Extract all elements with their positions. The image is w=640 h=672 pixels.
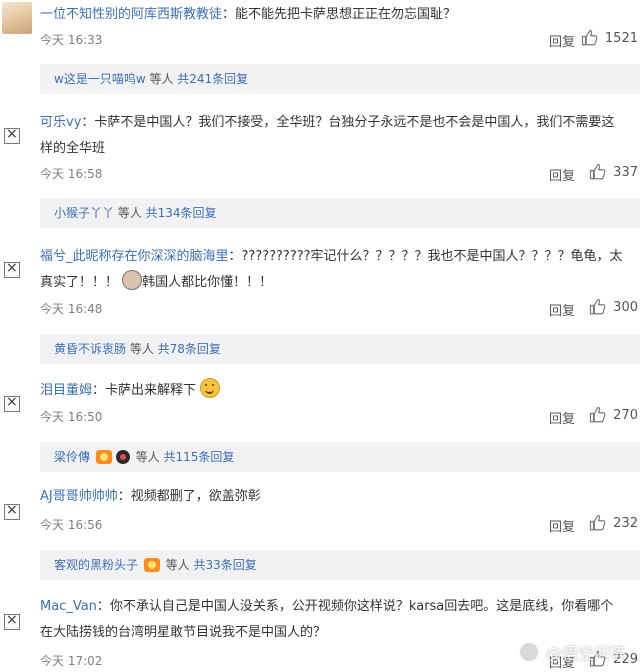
like-count: 300 [613, 299, 638, 315]
reply-user[interactable]: 黄昏不诉衷肠 [54, 342, 126, 356]
like-count: 337 [613, 164, 638, 180]
like-count: 232 [613, 515, 638, 531]
replies-summary[interactable]: w这是一只喵呜w 等人 共241条回复 [40, 64, 640, 94]
reply-count-link[interactable]: 共134条回复 [146, 206, 217, 220]
reply-button[interactable]: 回复 [549, 165, 575, 184]
comment-author[interactable]: Mac_Van [40, 599, 97, 614]
like-button[interactable]: 1521 [581, 29, 638, 47]
thumbs-up-icon [590, 514, 606, 531]
like-button[interactable]: 337 [589, 163, 638, 181]
comment-text: 一位不知性别的阿库西斯教教徒：能不能先把卡萨思想正正在勿忘国耻？ [40, 7, 457, 22]
comment-meta: 今天 16:58 回复 337 [40, 163, 640, 185]
like-button[interactable]: 270 [589, 406, 638, 424]
replies-summary[interactable]: 梁伶傳 等人 共115条回复 [40, 442, 640, 472]
timestamp: 今天 16:50 [40, 410, 103, 424]
level-badge-icon [115, 450, 130, 464]
vip-badge-icon [143, 558, 160, 572]
comment-author[interactable]: 可乐vy [40, 115, 81, 130]
avatar[interactable] [2, 2, 32, 34]
reply-count-link[interactable]: 共78条回复 [158, 342, 221, 356]
watermark-text: @悟空问答 [545, 644, 626, 663]
reply-user[interactable]: 小猴子丫丫 [54, 206, 114, 220]
timestamp: 今天 16:58 [40, 167, 103, 181]
replies-summary[interactable]: 黄昏不诉衷肠 等人 共78条回复 [40, 334, 640, 364]
timestamp: 今天 17:02 [40, 654, 103, 668]
reply-user[interactable]: w这是一只喵呜w [54, 72, 146, 86]
thumbs-up-icon [590, 298, 606, 315]
comment-meta: 今天 16:33 回复 1521 [40, 29, 640, 51]
reply-button[interactable]: 回复 [549, 31, 575, 50]
reply-count-link[interactable]: 共241条回复 [177, 72, 248, 86]
timestamp: 今天 16:33 [40, 33, 103, 47]
comment-meta: 今天 16:48 回复 300 [40, 298, 640, 320]
wukong-logo-icon [517, 641, 540, 663]
reply-user[interactable]: 梁伶傳 [54, 450, 90, 464]
reply-user[interactable]: 客观的黑粉头子 [54, 558, 138, 572]
reply-count-link[interactable]: 共33条回复 [193, 558, 256, 572]
reply-count-link[interactable]: 共115条回复 [163, 450, 234, 464]
timestamp: 今天 16:48 [40, 302, 103, 316]
comment-author[interactable]: 一位不知性别的阿库西斯教教徒 [40, 7, 222, 22]
comment-text: 可乐vy：卡萨不是中国人？我们不接受，全华班？台独分子永远不是也不会是中国人，我… [40, 115, 615, 156]
reply-button[interactable]: 回复 [549, 300, 575, 319]
like-button[interactable]: 300 [589, 298, 638, 316]
smile-emoji-icon [200, 378, 221, 398]
comment-text: 福兮_此昵称存在你深深的脑海里：??????????牢记什么？？？？？我也不是中… [40, 249, 623, 290]
broken-image-icon [4, 260, 20, 278]
broken-image-icon [4, 502, 20, 520]
comment-text: 泪目董姆：卡萨出来解释下 [40, 378, 625, 404]
watermark: @悟空问答 [517, 640, 626, 664]
thumbs-up-icon [581, 29, 598, 46]
vip-badge-icon [95, 450, 112, 464]
like-button[interactable]: 232 [589, 514, 638, 532]
like-count: 1521 [604, 30, 638, 46]
comment-author[interactable]: AJ哥哥帅帅帅 [40, 489, 118, 504]
avatar-emoji-icon [122, 270, 143, 290]
comment-meta: 今天 16:56 回复 232 [40, 514, 640, 536]
replies-summary[interactable]: 小猴子丫丫 等人 共134条回复 [40, 198, 640, 228]
replies-summary[interactable]: 客观的黑粉头子 等人 共33条回复 [40, 550, 640, 580]
comment-meta: 今天 16:50 回复 270 [40, 406, 640, 428]
thumbs-up-icon [590, 163, 606, 180]
comment-author[interactable]: 泪目董姆 [40, 383, 92, 398]
broken-image-icon [4, 126, 20, 144]
broken-image-icon [4, 612, 20, 630]
like-count: 270 [613, 407, 638, 423]
reply-button[interactable]: 回复 [549, 408, 575, 427]
reply-button[interactable]: 回复 [549, 516, 575, 535]
thumbs-up-icon [590, 406, 606, 423]
comment-text: Mac_Van：你不承认自己是中国人没关系，公开视频你这样说？karsa回去吧。… [40, 599, 614, 640]
broken-image-icon [4, 394, 20, 412]
timestamp: 今天 16:56 [40, 518, 103, 532]
comment-author[interactable]: 福兮_此昵称存在你深深的脑海里 [40, 249, 229, 264]
comment-text: AJ哥哥帅帅帅：视频都删了，欲盖弥彰 [40, 489, 261, 504]
